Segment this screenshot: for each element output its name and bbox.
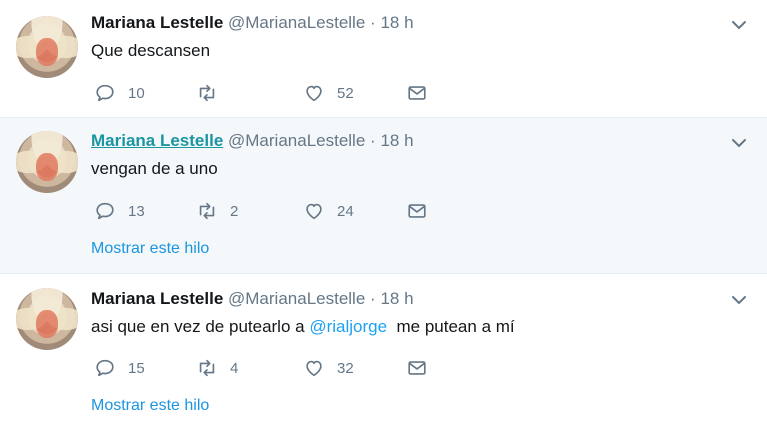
- tweet-header: Mariana Lestelle @MarianaLestelle · 18 h: [91, 131, 414, 151]
- retweet-count: 2: [230, 202, 239, 220]
- tweet-actions: 10 52: [91, 81, 451, 105]
- avatar[interactable]: [16, 16, 78, 78]
- reply-button[interactable]: 13: [94, 199, 145, 223]
- like-count: 24: [337, 202, 354, 220]
- chevron-down-icon[interactable]: [729, 290, 749, 310]
- author-name[interactable]: Mariana Lestelle: [91, 13, 223, 32]
- chevron-down-icon[interactable]: [729, 133, 749, 153]
- heart-icon: [306, 85, 322, 102]
- reply-count: 15: [128, 359, 145, 377]
- like-button[interactable]: 24: [303, 199, 354, 223]
- tweet-text-part: asi que en vez de putearlo a: [91, 317, 310, 336]
- direct-message-button[interactable]: [406, 81, 428, 105]
- retweet-icon: [199, 84, 215, 102]
- reply-button[interactable]: 15: [94, 356, 145, 380]
- timestamp[interactable]: 18 h: [380, 131, 413, 150]
- like-count: 52: [337, 84, 354, 102]
- reply-icon: [96, 84, 114, 102]
- envelope-icon: [408, 361, 426, 375]
- author-handle[interactable]: @MarianaLestelle: [228, 131, 365, 150]
- tweet[interactable]: Mariana Lestelle @MarianaLestelle · 18 h…: [0, 0, 767, 118]
- envelope-icon: [408, 204, 426, 218]
- reply-button[interactable]: 10: [94, 81, 145, 105]
- timestamp[interactable]: 18 h: [380, 289, 413, 308]
- tweet-actions: 15 4 32: [91, 356, 451, 380]
- envelope-icon: [408, 86, 426, 100]
- retweet-icon: [199, 359, 215, 377]
- tweet-text: Que descansen: [91, 41, 211, 60]
- retweet-count: 4: [230, 359, 239, 377]
- separator-dot: ·: [370, 13, 376, 32]
- retweet-button[interactable]: [196, 81, 230, 105]
- avatar[interactable]: [16, 288, 78, 350]
- show-thread-link[interactable]: Mostrar este hilo: [91, 240, 209, 258]
- direct-message-button[interactable]: [406, 356, 428, 380]
- author-name[interactable]: Mariana Lestelle: [91, 289, 223, 308]
- separator-dot: ·: [370, 289, 376, 308]
- reply-icon: [96, 202, 114, 220]
- avatar[interactable]: [16, 131, 78, 193]
- retweet-button[interactable]: 4: [196, 356, 238, 380]
- author-handle[interactable]: @MarianaLestelle: [228, 289, 365, 308]
- tweet-actions: 13 2 24: [91, 199, 451, 223]
- direct-message-button[interactable]: [406, 199, 428, 223]
- author-name[interactable]: Mariana Lestelle: [91, 131, 223, 150]
- tweet-header: Mariana Lestelle @MarianaLestelle · 18 h: [91, 289, 414, 309]
- separator-dot: ·: [370, 131, 376, 150]
- reply-count: 13: [128, 202, 145, 220]
- show-thread-link[interactable]: Mostrar este hilo: [91, 397, 209, 415]
- chevron-down-icon[interactable]: [729, 15, 749, 35]
- tweet[interactable]: Mariana Lestelle @MarianaLestelle · 18 h…: [0, 274, 767, 427]
- heart-icon: [306, 360, 322, 377]
- reply-count: 10: [128, 84, 145, 102]
- like-button[interactable]: 52: [303, 81, 354, 105]
- like-button[interactable]: 32: [303, 356, 354, 380]
- tweet-text: vengan de a uno: [91, 159, 218, 178]
- like-count: 32: [337, 359, 354, 377]
- heart-icon: [306, 203, 322, 220]
- reply-icon: [96, 359, 114, 377]
- tweet-text-part: me putean a mí: [387, 317, 515, 336]
- timestamp[interactable]: 18 h: [380, 13, 413, 32]
- retweet-icon: [199, 202, 215, 220]
- tweet-header: Mariana Lestelle @MarianaLestelle · 18 h: [91, 13, 414, 33]
- retweet-button[interactable]: 2: [196, 199, 238, 223]
- author-handle[interactable]: @MarianaLestelle: [228, 13, 365, 32]
- tweet-text: asi que en vez de putearlo a @rialjorge …: [91, 317, 515, 337]
- tweet[interactable]: Mariana Lestelle @MarianaLestelle · 18 h…: [0, 118, 767, 274]
- mention-link[interactable]: @rialjorge: [309, 317, 387, 336]
